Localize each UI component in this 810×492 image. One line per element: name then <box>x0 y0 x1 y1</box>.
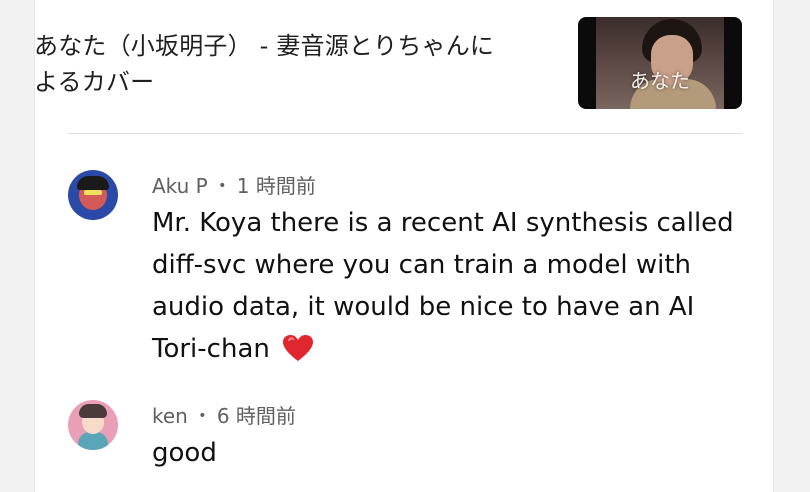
comment-body: Mr. Koya there is a recent AI synthesis … <box>152 208 734 364</box>
comment-meta: ken • 6 時間前 <box>152 400 296 429</box>
comment-time: 6 時間前 <box>216 404 296 428</box>
meta-separator: • <box>198 408 207 424</box>
thumbnail-image <box>596 17 724 109</box>
video-title[interactable]: あなた（小坂明子） - 妻音源とりちゃんによるカバー <box>34 28 514 100</box>
thumbnail-caption: あなた <box>630 69 690 93</box>
comment-text: Mr. Koya there is a recent AI synthesis … <box>152 202 752 370</box>
comment-meta: Aku P • 1 時間前 <box>152 170 316 199</box>
comment-body: good <box>152 438 217 468</box>
comment-time: 1 時間前 <box>236 174 316 198</box>
related-video[interactable]: あなた（小坂明子） - 妻音源とりちゃんによるカバー あなた <box>34 17 742 112</box>
video-thumbnail[interactable]: あなた <box>578 17 742 109</box>
divider <box>68 133 742 134</box>
avatar[interactable] <box>68 400 118 450</box>
red-heart-icon <box>283 335 314 361</box>
meta-separator: • <box>218 178 227 194</box>
comment-author[interactable]: Aku P <box>152 174 208 198</box>
comment-author[interactable]: ken <box>152 404 188 428</box>
avatar[interactable] <box>68 170 118 220</box>
comment-text: good <box>152 432 752 474</box>
